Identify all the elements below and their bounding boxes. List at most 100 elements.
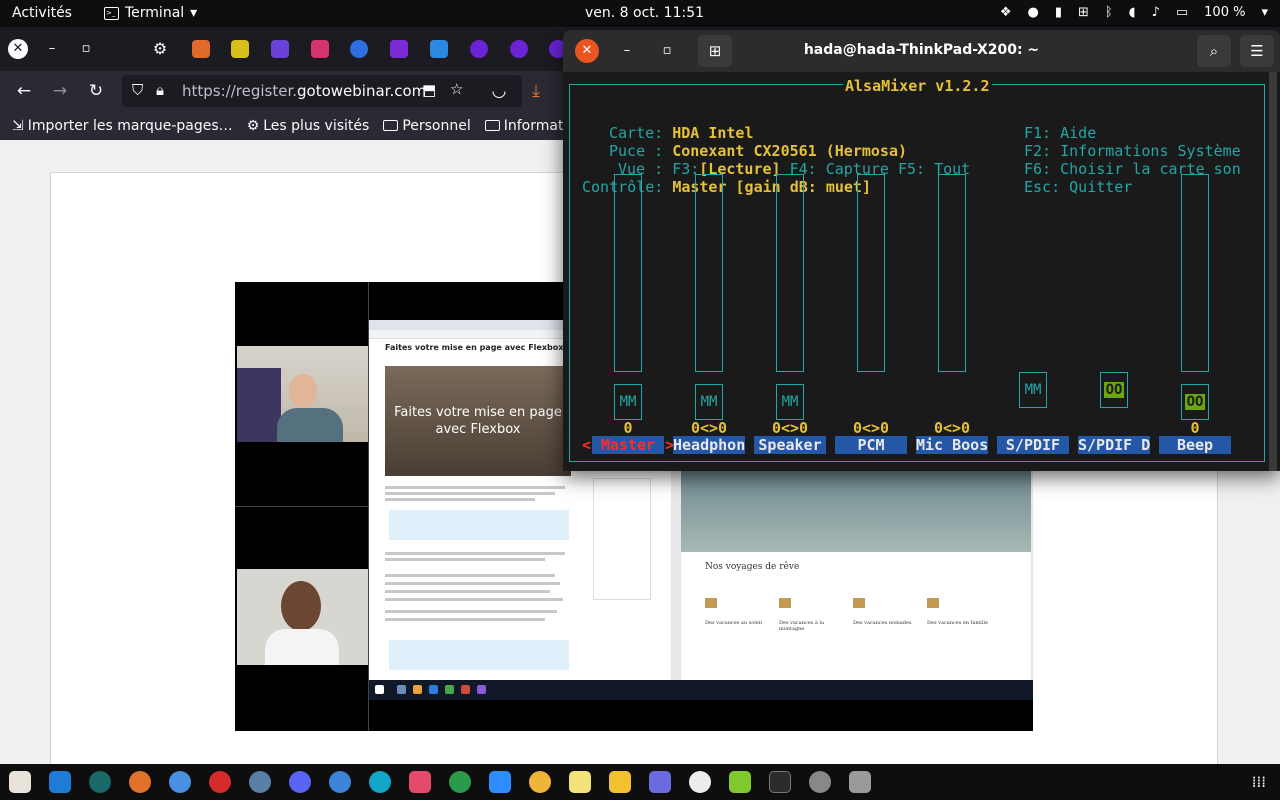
settings-icon[interactable]: ⚙: [150, 39, 170, 59]
system-tray[interactable]: ❖ ● ▮ ⊞ ᛒ ◖ ♪ ▭ 100 % ▾: [1000, 5, 1268, 20]
help-f2[interactable]: F2: Informations Système: [1024, 142, 1241, 160]
text-line: [385, 610, 557, 613]
discord-icon[interactable]: [289, 771, 311, 793]
extension-icon[interactable]: [390, 40, 408, 58]
webcam-presenter-2: [237, 569, 368, 665]
files-icon[interactable]: [9, 771, 31, 793]
app-icon[interactable]: [609, 771, 631, 793]
channel-spdif-default[interactable]: S/PDIF D: [1078, 436, 1150, 454]
folder-icon: [484, 120, 500, 131]
terminal-icon[interactable]: [769, 771, 791, 793]
extension-icon[interactable]: [510, 40, 528, 58]
beep-volume-fader[interactable]: [1181, 174, 1209, 372]
dropbox-icon[interactable]: ❖: [1000, 5, 1012, 20]
channel-pcm[interactable]: PCM: [835, 436, 907, 454]
network-icon[interactable]: ⊞: [1078, 5, 1089, 20]
zoom-icon[interactable]: [489, 771, 511, 793]
extension-icon[interactable]: [430, 40, 448, 58]
close-window-icon[interactable]: ✕: [8, 39, 28, 59]
text-line: [385, 498, 535, 501]
pocket-icon[interactable]: ◡: [488, 80, 510, 102]
headphone-volume-fader[interactable]: [695, 174, 723, 372]
skype-icon[interactable]: [369, 771, 391, 793]
extension-icon[interactable]: [271, 40, 289, 58]
channel-spdif[interactable]: S/PDIF: [997, 436, 1069, 454]
feeds-icon[interactable]: ●: [1027, 5, 1038, 20]
bookmark-most-visited[interactable]: ⚙ Les plus visités: [247, 118, 370, 134]
app-icon[interactable]: [809, 771, 831, 793]
channel-mic-boost[interactable]: Mic Boos: [916, 436, 988, 454]
show-applications-icon[interactable]: ⁞⁞⁞: [1252, 773, 1266, 791]
extension-icon[interactable]: [231, 40, 249, 58]
terminal-scrollbar[interactable]: [1269, 72, 1277, 471]
channel-master[interactable]: Master: [592, 436, 664, 454]
help-f1[interactable]: F1: Aide: [1024, 124, 1096, 142]
notes-icon[interactable]: [569, 771, 591, 793]
view-f5-key[interactable]: F5:: [898, 160, 925, 178]
search-icon[interactable]: ⌕: [1197, 35, 1231, 67]
extension-icon[interactable]: [192, 40, 210, 58]
pocket-save-icon[interactable]: ⬒: [422, 81, 436, 99]
import-icon: ⇲: [12, 117, 24, 134]
bookmark-star-icon[interactable]: ☆: [450, 80, 463, 98]
gmail-icon[interactable]: [311, 40, 329, 58]
headphone-mute-switch[interactable]: MM: [695, 384, 723, 420]
card-title: Des vacances au soleil: [705, 620, 762, 626]
hamburger-menu-icon[interactable]: ☰: [1240, 35, 1274, 67]
speaker-volume-fader[interactable]: [776, 174, 804, 372]
lock-icon[interactable]: 🔒︎: [156, 81, 164, 99]
channel-beep[interactable]: Beep: [1159, 436, 1231, 454]
shield-icon[interactable]: ⛉: [132, 81, 143, 99]
extension-icon[interactable]: [470, 40, 488, 58]
volume-icon[interactable]: ◖: [1129, 5, 1136, 20]
restore-icon[interactable]: ▫: [76, 39, 96, 59]
speaker-mute-switch[interactable]: MM: [776, 384, 804, 420]
activities-button[interactable]: Activités: [12, 5, 72, 21]
reload-icon[interactable]: ↻: [85, 80, 107, 102]
url-bar[interactable]: ⛉ 🔒︎ https://register.gotowebinar.com ⬒ …: [122, 75, 522, 107]
terminal-body[interactable]: AlsaMixer v1.2.2 Carte: HDA Intel Puce :…: [563, 72, 1280, 471]
minimize-icon[interactable]: –: [42, 39, 62, 59]
microphone-icon[interactable]: ♪: [1152, 5, 1160, 20]
firefox-icon[interactable]: [129, 771, 151, 793]
master-volume-fader[interactable]: [614, 174, 642, 372]
browser-icon[interactable]: [249, 771, 271, 793]
clock[interactable]: ven. 8 oct. 11:51: [585, 5, 704, 21]
beep-switch[interactable]: OO: [1181, 384, 1209, 420]
bookmark-label: Personnel: [402, 117, 471, 134]
app-icon[interactable]: [849, 771, 871, 793]
contacts-icon[interactable]: [329, 771, 351, 793]
mic-boost-volume-fader[interactable]: [938, 174, 966, 372]
forward-icon[interactable]: →: [49, 80, 71, 102]
person-head: [281, 581, 321, 631]
url-text[interactable]: https://register.gotowebinar.com: [182, 82, 426, 100]
spdif-mute-switch[interactable]: MM: [1019, 372, 1047, 408]
master-mute-switch[interactable]: MM: [614, 384, 642, 420]
app-menu[interactable]: >_ Terminal ▾: [104, 5, 197, 21]
help-esc[interactable]: Esc: Quitter: [1024, 178, 1132, 196]
app-icon[interactable]: [449, 771, 471, 793]
channel-headphone[interactable]: Headphon: [673, 436, 745, 454]
bookmark-import[interactable]: ⇲ Importer les marque-pages…: [12, 118, 233, 134]
app-icon[interactable]: [649, 771, 671, 793]
download-icon[interactable]: ⤓: [525, 80, 547, 102]
app-icon[interactable]: [529, 771, 551, 793]
app-icon[interactable]: [689, 771, 711, 793]
clipboard-icon[interactable]: ▮: [1055, 5, 1062, 20]
keepassxc-icon[interactable]: [89, 771, 111, 793]
bookmark-folder-personnel[interactable]: Personnel: [383, 117, 471, 134]
chromium-icon[interactable]: [169, 771, 191, 793]
slack-icon[interactable]: [409, 771, 431, 793]
terminal-header-bar[interactable]: ✕ – ▫ ⊞ hada@hada-ThinkPad-X200: ~ ⌕ ☰: [563, 30, 1280, 72]
chevron-down-icon[interactable]: ▾: [1261, 5, 1268, 20]
pcm-volume-fader[interactable]: [857, 174, 885, 372]
spdif-default-switch[interactable]: OO: [1100, 372, 1128, 408]
facebook-icon[interactable]: [350, 40, 368, 58]
bluetooth-icon[interactable]: ᛒ: [1105, 5, 1113, 20]
channel-speaker[interactable]: Speaker: [754, 436, 826, 454]
hero-image: [681, 470, 1031, 552]
back-icon[interactable]: ←: [13, 80, 35, 102]
app-icon[interactable]: [729, 771, 751, 793]
vscode-icon[interactable]: [49, 771, 71, 793]
opera-icon[interactable]: [209, 771, 231, 793]
